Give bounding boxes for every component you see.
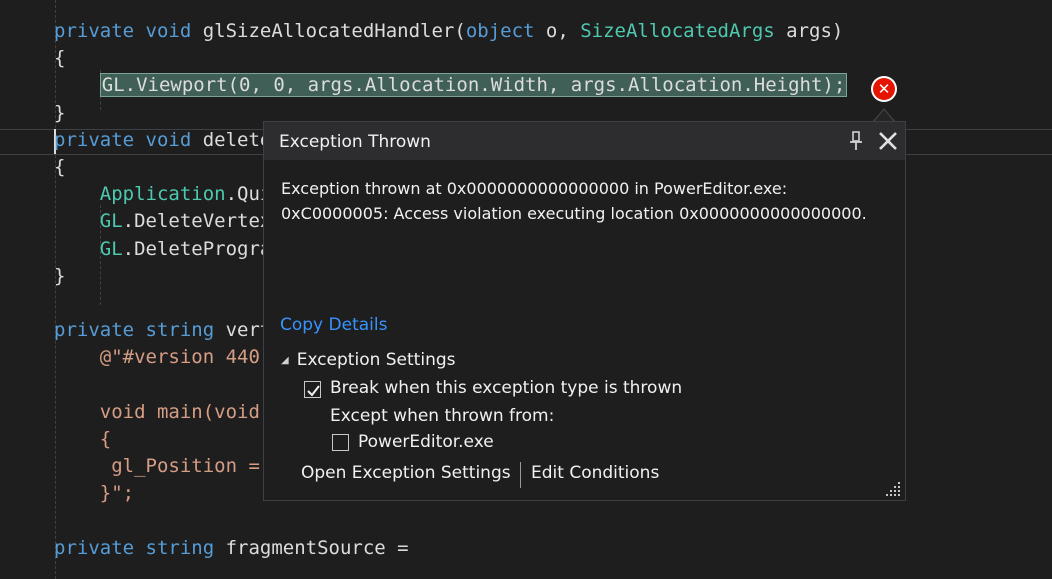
code-line[interactable]: Application.Quit [54,181,283,208]
except-when-label: Except when thrown from: [330,406,555,426]
code-token: } [54,265,66,287]
code-token: fragmentSource = [225,537,409,559]
code-line[interactable]: { [54,426,111,453]
collapse-triangle-icon: ◢ [281,355,289,366]
module-checkbox[interactable] [332,434,349,451]
checkbox-empty-icon [333,435,350,452]
code-token: private void [54,129,203,151]
code-line[interactable]: private string vert [54,317,271,344]
code-line[interactable]: }"; [54,480,134,507]
code-token: SizeAllocatedArgs [580,20,775,42]
break-when-checkbox[interactable] [304,381,321,398]
pin-icon[interactable] [848,130,864,152]
code-token: args) [774,20,844,42]
code-token: delete [202,129,272,151]
code-token: o, [534,20,581,42]
resize-grip-icon[interactable] [884,480,902,498]
code-token: { [99,428,112,450]
code-line[interactable]: GL.DeleteVertex [54,208,272,235]
code-line[interactable]: GL.Viewport(0, 0, args.Allocation.Width,… [54,72,848,99]
code-token: void main(void [99,401,260,423]
code-line[interactable]: private string fragmentSource = [54,535,409,562]
code-token: private void [54,20,203,42]
code-line[interactable]: { [54,154,65,181]
module-label: PowerEditor.exe [358,432,494,452]
exception-message-line: 0xC0000005: Access violation executing l… [281,204,867,223]
exception-message-line: Exception thrown at 0x0000000000000000 i… [281,179,788,198]
code-token: .DeleteVertex [122,210,272,232]
code-token: }"; [99,482,135,504]
code-token: { [54,47,66,69]
exception-settings-toggle[interactable]: ◢ Exception Settings [281,350,456,370]
edit-conditions-link[interactable]: Edit Conditions [531,463,659,483]
code-line[interactable]: } [54,100,65,127]
code-token: @"#version 440 [99,346,260,368]
code-line[interactable]: } [54,263,65,290]
exception-popup: Exception Thrown Exception thrown at 0x0… [263,121,906,501]
close-icon[interactable] [876,129,900,153]
popup-header: Exception Thrown [264,122,905,160]
code-token: } [54,102,66,124]
code-line[interactable]: void main(void [54,399,260,426]
code-token: Application [99,183,226,205]
popup-title: Exception Thrown [279,132,431,152]
highlighted-statement: GL.Viewport(0, 0, args.Allocation.Width,… [99,73,848,97]
open-exception-settings-link[interactable]: Open Exception Settings [301,463,511,483]
code-line[interactable]: GL.DeleteProgra [54,236,272,263]
exception-message: Exception thrown at 0x0000000000000000 i… [281,176,891,226]
code-token: glSizeAllocatedHandler( [202,20,466,42]
error-icon[interactable]: ✕ [871,76,897,102]
code-token: private string [54,537,226,559]
code-token: GL [99,238,123,260]
code-token: private string [54,319,226,341]
exception-settings-heading: Exception Settings [296,350,456,370]
code-token: object [465,20,535,42]
code-line[interactable]: { [54,45,65,72]
checkbox-checked-icon [307,385,320,397]
code-line[interactable]: private void delete [54,127,271,154]
code-token: .DeleteProgra [122,238,272,260]
code-token: { [54,156,66,178]
code-line[interactable]: private void glSizeAllocatedHandler(obje… [54,18,843,45]
link-divider [520,462,521,488]
break-when-label: Break when this exception type is thrown [330,378,683,398]
code-line[interactable]: @"#version 440 [54,344,260,371]
copy-details-link[interactable]: Copy Details [280,315,387,335]
code-token: GL [99,210,123,232]
